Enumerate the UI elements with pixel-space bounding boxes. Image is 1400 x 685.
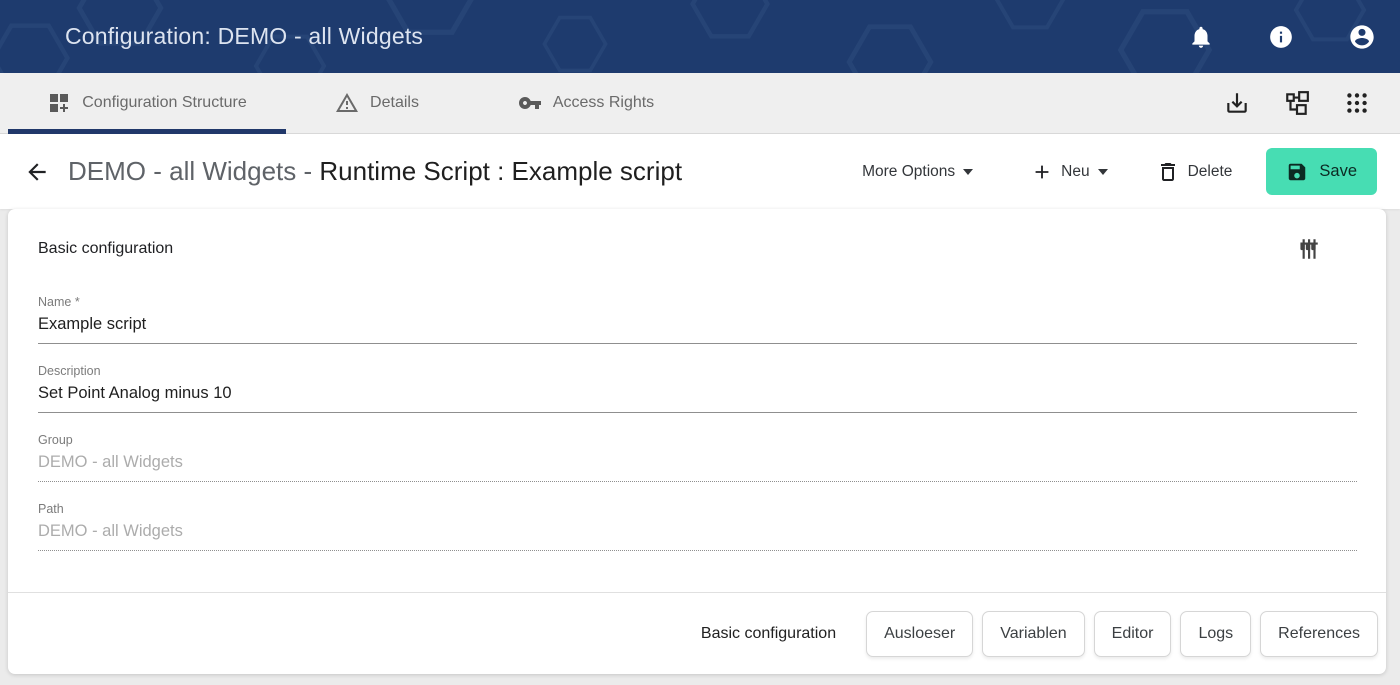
save-button[interactable]: Save [1266, 148, 1377, 195]
ausloeser-button[interactable]: Ausloeser [866, 611, 973, 657]
header-icon-group [1188, 23, 1400, 51]
section-header: Basic configuration [38, 209, 1357, 262]
field-settings-button[interactable] [1295, 236, 1321, 262]
breadcrumb-current: Runtime Script : Example script [319, 156, 682, 186]
current-section-label: Basic configuration [701, 625, 836, 643]
tab-access-rights[interactable]: Access Rights [486, 73, 686, 133]
tab-label: Configuration Structure [82, 94, 247, 112]
account-icon[interactable] [1348, 23, 1376, 51]
name-input[interactable] [38, 315, 1357, 344]
path-input [38, 522, 1357, 551]
group-input [38, 453, 1357, 482]
notifications-bell-icon[interactable] [1188, 24, 1214, 50]
breadcrumb: DEMO - all Widgets - Runtime Script : Ex… [68, 156, 682, 187]
arrow-back-icon [24, 159, 50, 185]
basic-configuration-card: Basic configuration Name * Description G… [8, 209, 1386, 674]
field-name: Name * [38, 295, 1357, 344]
delete-button-label: Delete [1188, 163, 1233, 181]
more-options-button[interactable]: More Options [862, 163, 973, 181]
section-nav-bar: Basic configuration Ausloeser Variablen … [8, 592, 1386, 674]
description-input[interactable] [38, 384, 1357, 413]
key-icon [518, 91, 542, 115]
tab-bar: Configuration Structure Details Access R… [0, 73, 1400, 134]
delete-button[interactable]: Delete [1156, 160, 1233, 184]
chevron-down-icon [963, 169, 973, 175]
more-options-label: More Options [862, 163, 955, 181]
chevron-down-icon [1098, 169, 1108, 175]
save-button-label: Save [1319, 162, 1357, 181]
plus-icon [1031, 161, 1053, 183]
tab-label: Details [370, 94, 419, 112]
trash-icon [1156, 160, 1180, 184]
action-buttons: More Options Neu Delete Save [862, 148, 1400, 195]
field-path: Path [38, 502, 1357, 551]
references-button[interactable]: References [1260, 611, 1378, 657]
tab-details[interactable]: Details [292, 73, 462, 133]
download-icon[interactable] [1224, 90, 1250, 116]
new-button[interactable]: Neu [1031, 161, 1107, 183]
back-button[interactable] [24, 159, 50, 185]
app-header: Configuration: DEMO - all Widgets [0, 0, 1400, 73]
field-description: Description [38, 364, 1357, 413]
new-button-label: Neu [1061, 163, 1089, 181]
tune-sliders-icon [1295, 236, 1321, 262]
logs-button[interactable]: Logs [1180, 611, 1251, 657]
field-label: Group [38, 433, 1357, 448]
page-header-title: Configuration: DEMO - all Widgets [65, 23, 423, 50]
save-floppy-icon [1286, 161, 1308, 183]
info-icon[interactable] [1268, 24, 1294, 50]
variablen-button[interactable]: Variablen [982, 611, 1084, 657]
apps-grid-icon[interactable] [1344, 90, 1370, 116]
tab-configuration-structure[interactable]: Configuration Structure [8, 73, 286, 133]
section-title: Basic configuration [38, 240, 173, 258]
title-action-bar: DEMO - all Widgets - Runtime Script : Ex… [0, 134, 1400, 209]
dashboard-customize-icon [47, 91, 71, 115]
tab-label: Access Rights [553, 94, 654, 112]
field-label: Name * [38, 295, 1357, 310]
warning-triangle-icon [335, 91, 359, 115]
tab-toolbar [1224, 73, 1400, 133]
field-group: Group [38, 433, 1357, 482]
breadcrumb-prefix: DEMO - all Widgets - [68, 156, 319, 186]
sitemap-icon[interactable] [1284, 90, 1310, 116]
form-body: Basic configuration Name * Description G… [8, 209, 1386, 592]
editor-button[interactable]: Editor [1094, 611, 1172, 657]
field-label: Path [38, 502, 1357, 517]
field-label: Description [38, 364, 1357, 379]
